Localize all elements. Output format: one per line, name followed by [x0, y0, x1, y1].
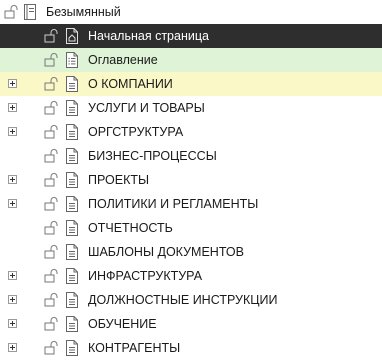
tree-item-label: ШАБЛОНЫ ДОКУМЕНТОВ	[88, 245, 244, 259]
tree-item[interactable]: КОНТРАГЕНТЫ	[0, 336, 382, 360]
expand-icon[interactable]	[8, 103, 17, 112]
page-icon	[66, 292, 78, 308]
tree-item-label: ПРОЕКТЫ	[88, 173, 150, 187]
expand-icon[interactable]	[8, 127, 17, 136]
unlock-icon[interactable]	[44, 29, 60, 43]
unlock-icon[interactable]	[44, 269, 60, 283]
tree-item[interactable]: ОРГСТРУКТУРА	[0, 120, 382, 144]
expand-icon[interactable]	[8, 175, 17, 184]
unlock-icon[interactable]	[44, 221, 60, 235]
tree-item-label: Начальная страница	[88, 29, 209, 43]
tree-item-label: УСЛУГИ И ТОВАРЫ	[88, 101, 205, 115]
page-tree: Безымянный Начальная страница Оглавление О…	[0, 0, 382, 362]
expand-icon[interactable]	[8, 343, 17, 352]
unlock-icon[interactable]	[44, 293, 60, 307]
tree-item-label: БИЗНЕС-ПРОЦЕССЫ	[88, 149, 217, 163]
tree-item[interactable]: УСЛУГИ И ТОВАРЫ	[0, 96, 382, 120]
unlock-icon[interactable]	[44, 341, 60, 355]
tree-item[interactable]: ПРОЕКТЫ	[0, 168, 382, 192]
book-icon	[24, 4, 36, 20]
tree-item-label: Оглавление	[88, 53, 158, 67]
unlock-icon[interactable]	[44, 101, 60, 115]
tree-item-label: ОРГСТРУКТУРА	[88, 125, 184, 139]
tree-root[interactable]: Безымянный	[0, 0, 382, 24]
tree-item[interactable]: ДОЛЖНОСТНЫЕ ИНСТРУКЦИИ	[0, 288, 382, 312]
page-icon	[66, 124, 78, 140]
expand-icon[interactable]	[8, 295, 17, 304]
tree-item[interactable]: Оглавление	[0, 48, 382, 72]
page-icon	[66, 100, 78, 116]
unlock-icon[interactable]	[44, 197, 60, 211]
unlock-icon[interactable]	[44, 245, 60, 259]
unlock-icon[interactable]	[44, 53, 60, 67]
page-icon	[66, 340, 78, 356]
tree-item[interactable]: О КОМПАНИИ	[0, 72, 382, 96]
list-page-icon	[66, 52, 78, 68]
tree-item[interactable]: ОТЧЕТНОСТЬ	[0, 216, 382, 240]
unlock-icon[interactable]	[44, 149, 60, 163]
page-icon	[66, 316, 78, 332]
page-icon	[66, 172, 78, 188]
unlock-icon[interactable]	[44, 125, 60, 139]
tree-item[interactable]: ШАБЛОНЫ ДОКУМЕНТОВ	[0, 240, 382, 264]
page-icon	[66, 76, 78, 92]
tree-item-label: ИНФРАСТРУКТУРА	[88, 269, 203, 283]
unlock-icon[interactable]	[44, 77, 60, 91]
expand-icon[interactable]	[8, 199, 17, 208]
page-icon	[66, 244, 78, 260]
page-icon	[66, 196, 78, 212]
tree-root-label: Безымянный	[46, 5, 121, 19]
expand-icon[interactable]	[8, 319, 17, 328]
expand-icon[interactable]	[8, 79, 17, 88]
tree-item-label: ОТЧЕТНОСТЬ	[88, 221, 173, 235]
page-icon	[66, 148, 78, 164]
tree-item[interactable]: ОБУЧЕНИЕ	[0, 312, 382, 336]
tree-item-label: О КОМПАНИИ	[88, 77, 173, 91]
tree-item[interactable]: БИЗНЕС-ПРОЦЕССЫ	[0, 144, 382, 168]
unlock-icon[interactable]	[44, 317, 60, 331]
unlock-icon[interactable]	[44, 173, 60, 187]
unlock-icon[interactable]	[4, 5, 20, 19]
tree-item-label: ДОЛЖНОСТНЫЕ ИНСТРУКЦИИ	[88, 293, 278, 307]
tree-item[interactable]: ПОЛИТИКИ И РЕГЛАМЕНТЫ	[0, 192, 382, 216]
page-icon	[66, 220, 78, 236]
tree-item-label: КОНТРАГЕНТЫ	[88, 341, 181, 355]
tree-item[interactable]: ИНФРАСТРУКТУРА	[0, 264, 382, 288]
expand-icon[interactable]	[8, 271, 17, 280]
page-icon	[66, 268, 78, 284]
tree-item-label: ПОЛИТИКИ И РЕГЛАМЕНТЫ	[88, 197, 259, 211]
home-page-icon	[66, 28, 78, 44]
tree-item[interactable]: Начальная страница	[0, 24, 382, 48]
tree-item-label: ОБУЧЕНИЕ	[88, 317, 157, 331]
